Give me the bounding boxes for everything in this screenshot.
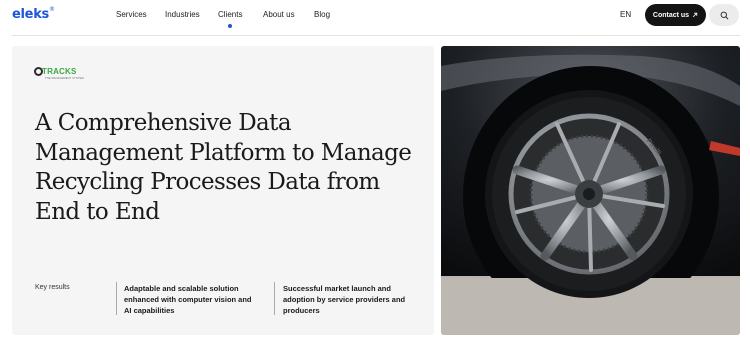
- result-item-1: Adaptable and scalable solution enhanced…: [124, 284, 252, 315]
- nav-industries[interactable]: Industries: [165, 10, 200, 19]
- case-study-card: TRACKS THE MANAGEMENT SYSTEM A Comprehen…: [12, 46, 434, 335]
- active-nav-indicator: [228, 24, 232, 28]
- nav-services[interactable]: Services: [116, 10, 147, 19]
- contact-us-button[interactable]: Contact us: [645, 4, 706, 26]
- arrow-up-right-icon: [693, 12, 698, 18]
- header-divider: [12, 35, 740, 36]
- client-logo-word: TRACKS: [42, 67, 77, 76]
- site-header: eleks® Services Industries Clients About…: [0, 0, 750, 34]
- client-logo-tagline: THE MANAGEMENT SYSTEM: [45, 77, 84, 80]
- nav-blog[interactable]: Blog: [314, 10, 330, 19]
- page-title: A Comprehensive Data Management Platform…: [35, 110, 412, 225]
- nav-clients[interactable]: Clients: [218, 10, 242, 19]
- result-item-2: Successful market launch and adoption by…: [283, 284, 406, 315]
- contact-us-label: Contact us: [652, 11, 690, 19]
- tracks-e-icon: [34, 67, 43, 76]
- result-divider: [116, 282, 117, 315]
- eleks-logo[interactable]: eleks®: [12, 6, 55, 22]
- nav-about-us[interactable]: About us: [263, 10, 295, 19]
- key-results-label: Key results: [35, 284, 70, 291]
- search-button[interactable]: [709, 4, 739, 26]
- car-wheel-photo: Pirelli: [441, 46, 740, 335]
- search-icon: [720, 11, 728, 19]
- language-switcher[interactable]: EN: [620, 10, 631, 19]
- client-logo: TRACKS: [34, 67, 77, 76]
- result-divider: [274, 282, 275, 315]
